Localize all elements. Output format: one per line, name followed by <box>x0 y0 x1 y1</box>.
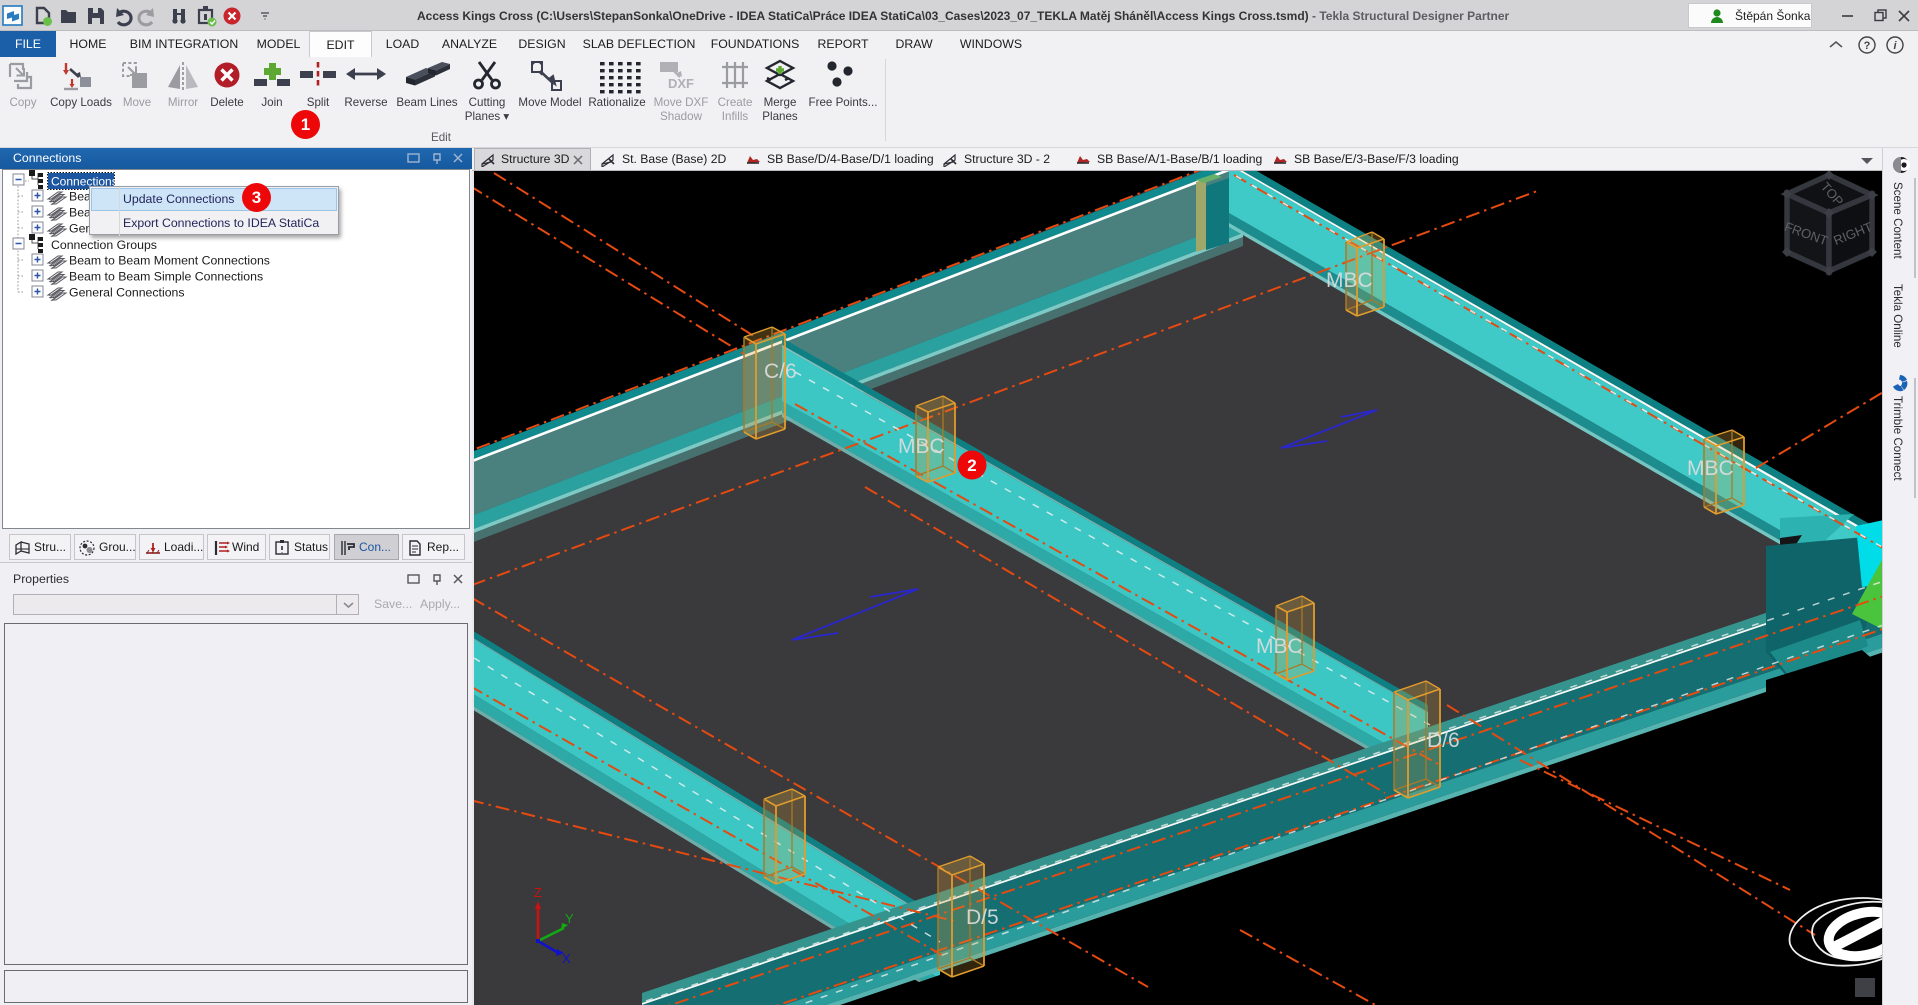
svg-text:Beam to Beam Moment Connection: Beam to Beam Moment Connections <box>69 254 270 268</box>
svg-text:General Connections: General Connections <box>69 286 185 300</box>
svg-text:Cutting: Cutting <box>469 96 506 109</box>
svg-text:Move DXF: Move DXF <box>654 96 709 109</box>
svg-text:D/5: D/5 <box>966 906 999 929</box>
svg-text:Planes: Planes <box>762 110 798 123</box>
svg-text:Copy Loads: Copy Loads <box>50 96 112 109</box>
svg-text:DXF: DXF <box>668 76 694 91</box>
svg-text:X: X <box>562 951 571 966</box>
svg-text:MBC: MBC <box>1687 457 1734 480</box>
svg-text:Y: Y <box>565 911 574 926</box>
svg-text:Edit: Edit <box>431 131 452 144</box>
svg-text:Merge: Merge <box>764 96 797 109</box>
svg-text:Copy: Copy <box>9 96 36 109</box>
svg-text:Delete: Delete <box>210 96 244 109</box>
svg-text:Shadow: Shadow <box>660 110 703 123</box>
svg-text:Rationalize: Rationalize <box>588 96 645 109</box>
svg-text:Beam Lines: Beam Lines <box>396 96 457 109</box>
svg-text:MBC: MBC <box>1256 635 1303 658</box>
svg-text:Join: Join <box>261 96 282 109</box>
svg-text:Free Points...: Free Points... <box>809 96 878 109</box>
svg-text:2: 2 <box>967 456 976 475</box>
svg-text:MBC: MBC <box>1326 269 1373 292</box>
svg-text:Reverse: Reverse <box>344 96 387 109</box>
svg-text:MBC: MBC <box>898 435 945 458</box>
svg-text:Z: Z <box>534 885 542 900</box>
svg-text:?: ? <box>1864 40 1871 52</box>
svg-text:Move: Move <box>123 96 151 109</box>
svg-text:Split: Split <box>307 96 330 109</box>
svg-text:Beam to Beam Simple Connection: Beam to Beam Simple Connections <box>69 270 263 284</box>
svg-text:i: i <box>1893 40 1897 52</box>
svg-text:Create: Create <box>718 96 753 109</box>
svg-text:Infills: Infills <box>722 110 749 123</box>
svg-text:Planes ▾: Planes ▾ <box>465 110 510 123</box>
svg-text:Connection Groups: Connection Groups <box>51 238 157 252</box>
svg-text:Mirror: Mirror <box>168 96 198 109</box>
svg-text:Move Model: Move Model <box>518 96 581 109</box>
svg-text:D/6: D/6 <box>1427 729 1460 752</box>
svg-text:C/6: C/6 <box>764 360 797 383</box>
